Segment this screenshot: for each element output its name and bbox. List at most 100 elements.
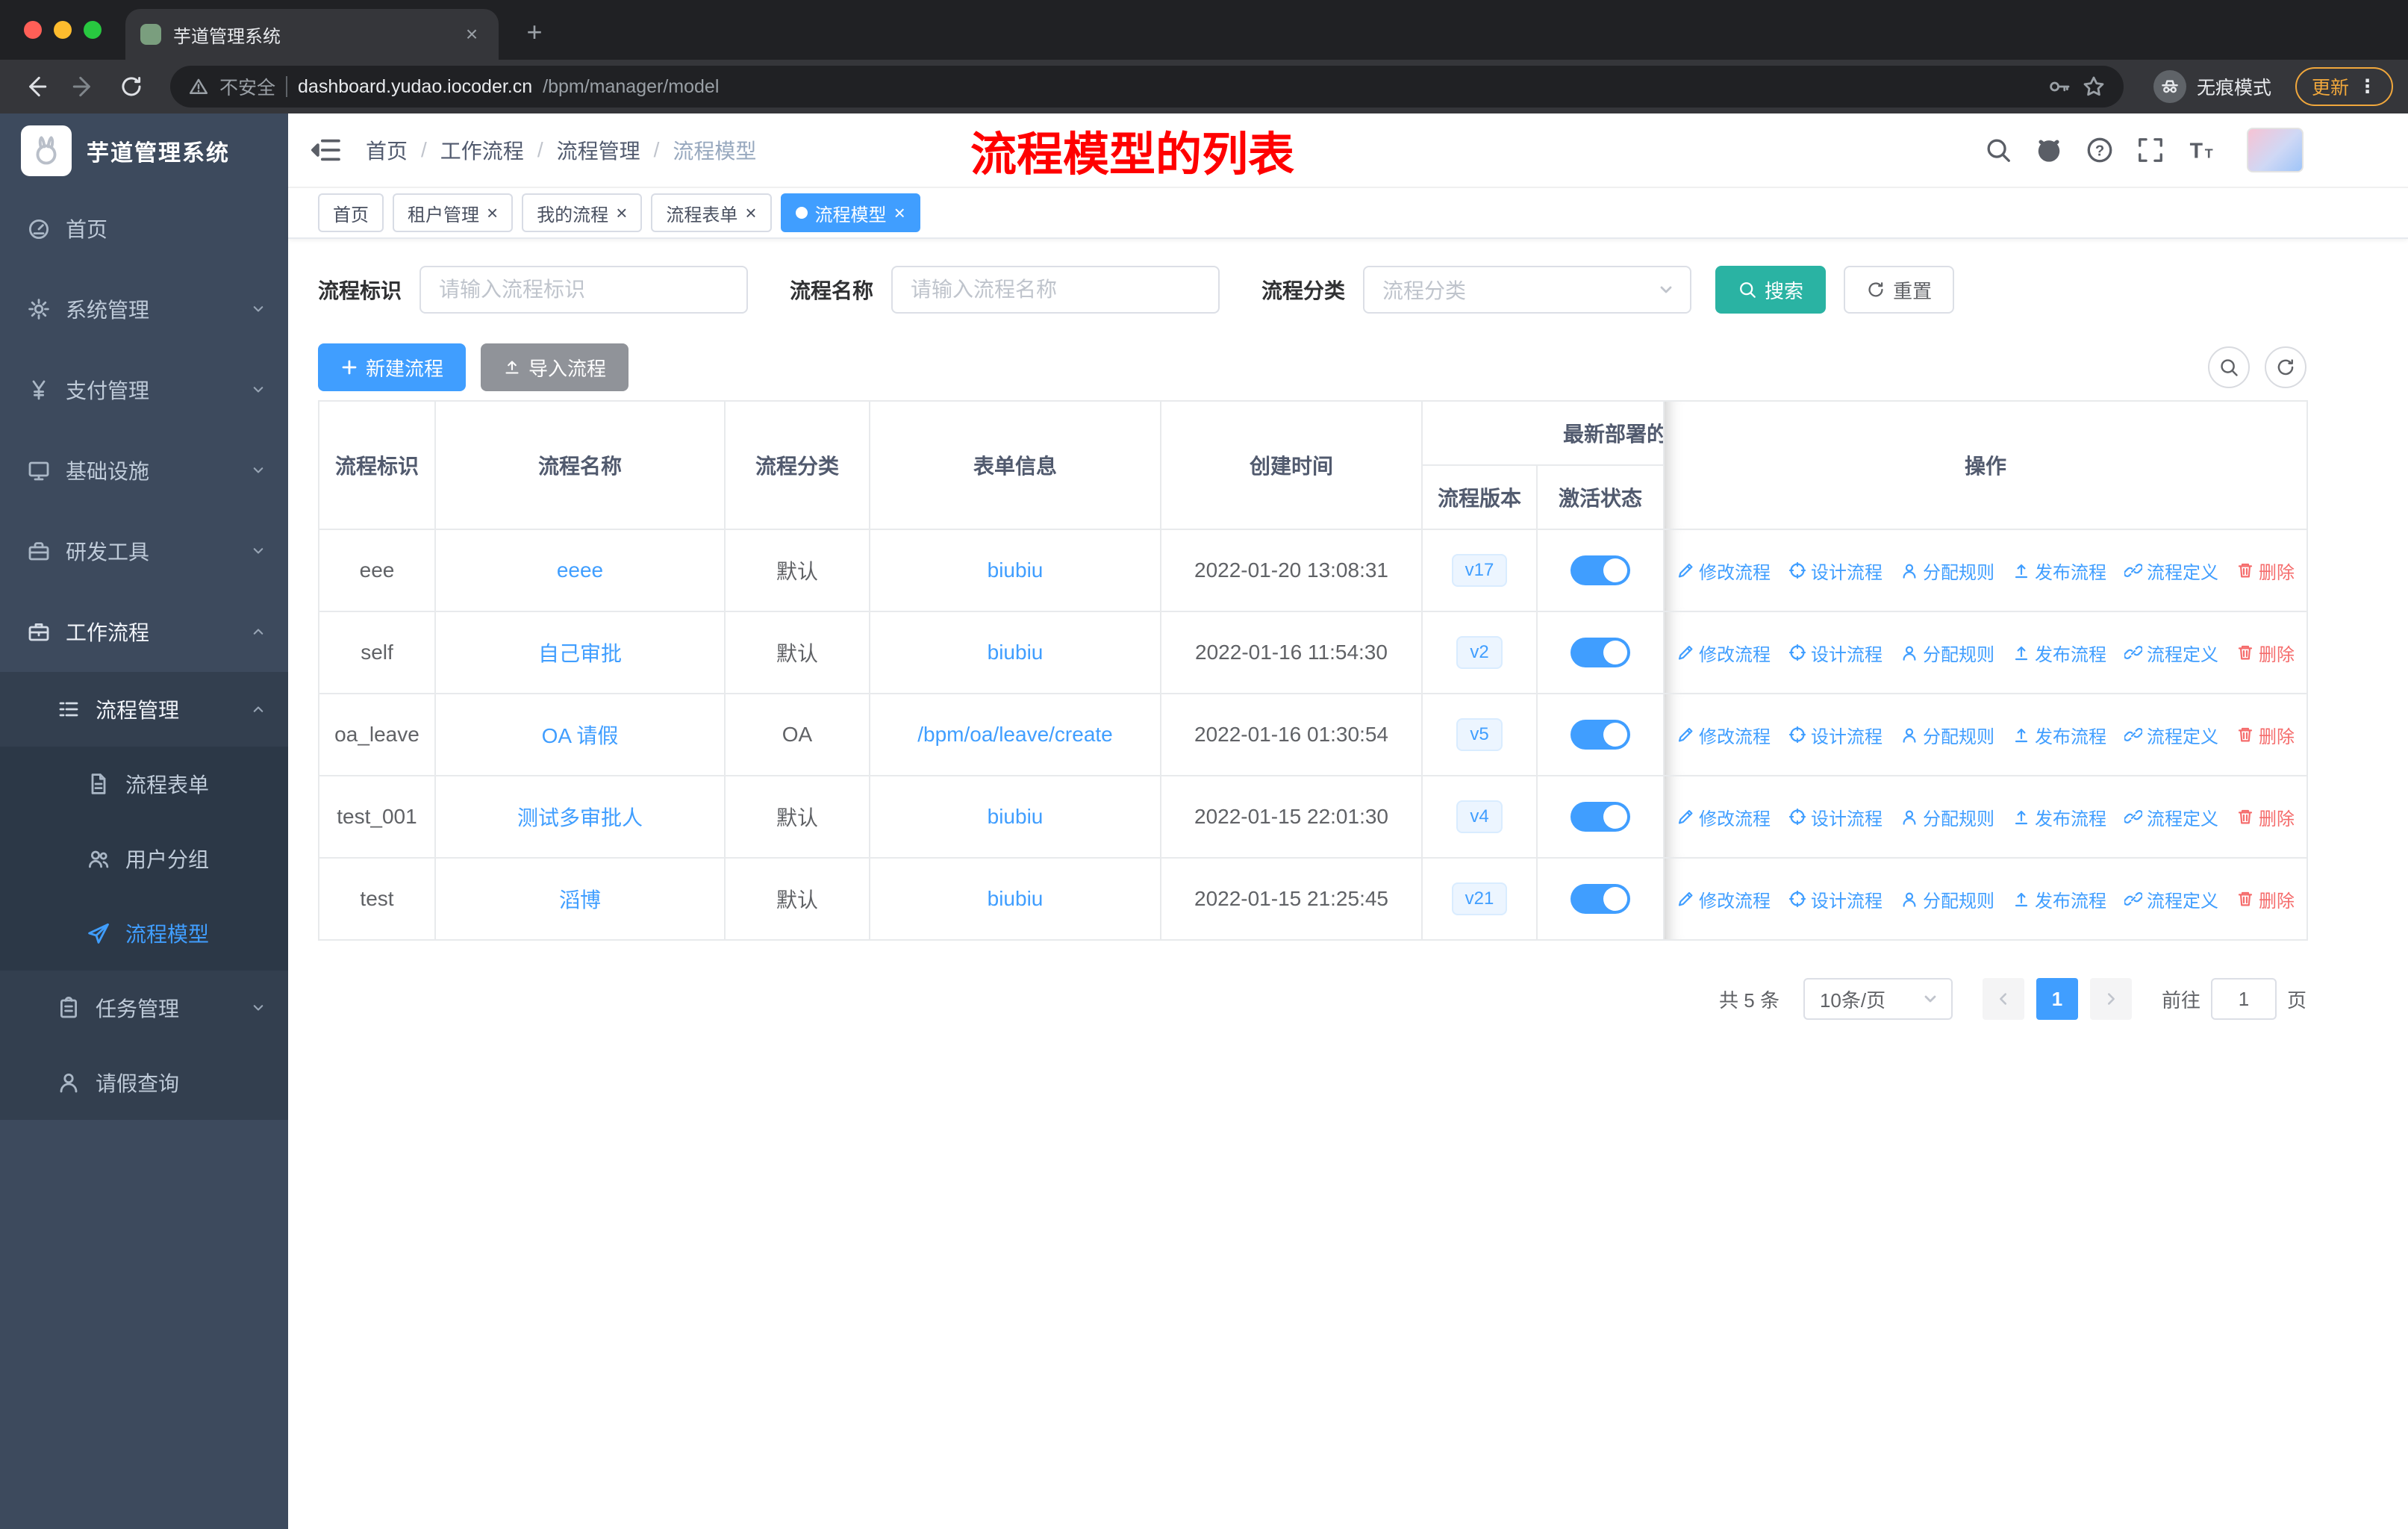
close-icon[interactable] [894, 202, 905, 225]
sidebar-item-process-management[interactable]: 流程管理 [0, 672, 288, 747]
page-number-button[interactable]: 1 [2036, 978, 2078, 1020]
action-definition-link[interactable]: 流程定义 [2124, 722, 2218, 748]
create-process-button[interactable]: 新建流程 [318, 343, 467, 391]
action-delete-link[interactable]: 删除 [2236, 804, 2295, 830]
reset-button[interactable]: 重置 [1844, 266, 1955, 314]
action-publish-link[interactable]: 发布流程 [2012, 804, 2106, 830]
action-delete-link[interactable]: 删除 [2236, 640, 2295, 666]
minimize-window-button[interactable] [54, 21, 72, 39]
action-design-link[interactable]: 设计流程 [1788, 722, 1883, 748]
form-info-link[interactable]: biubiu [988, 805, 1044, 828]
breadcrumb-home[interactable]: 首页 [366, 135, 408, 165]
menu-dots-icon[interactable] [2358, 75, 2377, 98]
form-info-link[interactable]: /bpm/oa/leave/create [917, 723, 1113, 746]
search-button[interactable]: 搜索 [1715, 266, 1827, 314]
omnibox[interactable]: 不安全 dashboard.yudao.iocoder.cn /bpm/mana… [170, 66, 2124, 108]
action-edit-link[interactable]: 修改流程 [1676, 886, 1771, 912]
bookmark-star-icon[interactable] [2082, 75, 2106, 99]
zoom-window-button[interactable] [84, 21, 102, 39]
sidebar-item-system[interactable]: 系统管理 [0, 269, 288, 349]
form-info-link[interactable]: biubiu [988, 558, 1044, 582]
action-publish-link[interactable]: 发布流程 [2012, 558, 2106, 584]
tag-home[interactable]: 首页 [318, 193, 384, 232]
action-publish-link[interactable]: 发布流程 [2012, 886, 2106, 912]
sidebar-item-home[interactable]: 首页 [0, 188, 288, 269]
breadcrumb-workflow[interactable]: 工作流程 [440, 135, 524, 165]
goto-page-input[interactable] [2210, 978, 2277, 1020]
action-definition-link[interactable]: 流程定义 [2124, 558, 2218, 584]
sidebar-item-leave-query[interactable]: 请假查询 [0, 1045, 288, 1120]
user-avatar[interactable] [2247, 128, 2303, 172]
action-assign-link[interactable]: 分配规则 [1900, 640, 1994, 666]
process-name-link[interactable]: OA 请假 [542, 724, 619, 747]
process-category-select[interactable]: 流程分类 [1363, 266, 1692, 314]
process-name-link[interactable]: 测试多审批人 [517, 806, 643, 829]
action-edit-link[interactable]: 修改流程 [1676, 558, 1771, 584]
action-design-link[interactable]: 设计流程 [1788, 640, 1883, 666]
forward-icon[interactable] [63, 66, 105, 108]
reload-icon[interactable] [110, 66, 152, 108]
active-toggle[interactable] [1570, 638, 1630, 667]
action-assign-link[interactable]: 分配规则 [1900, 722, 1994, 748]
action-design-link[interactable]: 设计流程 [1788, 558, 1883, 584]
browser-update-button[interactable]: 更新 [2295, 67, 2393, 106]
prev-page-button[interactable] [1982, 978, 2024, 1020]
import-process-button[interactable]: 导入流程 [481, 343, 629, 391]
process-name-input[interactable] [891, 266, 1220, 314]
active-toggle[interactable] [1570, 802, 1630, 832]
action-assign-link[interactable]: 分配规则 [1900, 804, 1994, 830]
sidebar-item-process-form[interactable]: 流程表单 [0, 747, 288, 821]
close-icon[interactable] [487, 202, 498, 225]
process-name-link[interactable]: 滔博 [559, 888, 601, 912]
form-info-link[interactable]: biubiu [988, 887, 1044, 910]
action-delete-link[interactable]: 删除 [2236, 558, 2295, 584]
action-publish-link[interactable]: 发布流程 [2012, 640, 2106, 666]
sidebar-item-workflow[interactable]: 工作流程 [0, 591, 288, 672]
active-toggle[interactable] [1570, 884, 1630, 914]
sidebar-item-devtools[interactable]: 研发工具 [0, 511, 288, 591]
action-definition-link[interactable]: 流程定义 [2124, 886, 2218, 912]
tag-process-form[interactable]: 流程表单 [651, 193, 772, 232]
process-key-input[interactable] [419, 266, 749, 314]
tag-process-model[interactable]: 流程模型 [780, 193, 920, 232]
action-publish-link[interactable]: 发布流程 [2012, 722, 2106, 748]
back-icon[interactable] [15, 66, 57, 108]
browser-tab[interactable]: 芋道管理系统 [125, 9, 499, 60]
action-edit-link[interactable]: 修改流程 [1676, 804, 1771, 830]
sidebar-item-payment[interactable]: 支付管理 [0, 349, 288, 430]
sidebar-item-infrastructure[interactable]: 基础设施 [0, 430, 288, 511]
action-edit-link[interactable]: 修改流程 [1676, 722, 1771, 748]
sidebar-item-process-model[interactable]: 流程模型 [0, 896, 288, 971]
breadcrumb-process-management[interactable]: 流程管理 [557, 135, 640, 165]
action-assign-link[interactable]: 分配规则 [1900, 558, 1994, 584]
active-toggle[interactable] [1570, 555, 1630, 585]
action-design-link[interactable]: 设计流程 [1788, 886, 1883, 912]
show-search-circle-button[interactable] [2208, 346, 2250, 388]
tab-close-icon[interactable] [460, 22, 484, 46]
password-key-icon[interactable] [2047, 75, 2071, 99]
action-assign-link[interactable]: 分配规则 [1900, 886, 1994, 912]
tag-tenant-management[interactable]: 租户管理 [393, 193, 514, 232]
github-icon[interactable] [2035, 136, 2063, 164]
close-icon[interactable] [616, 202, 627, 225]
action-edit-link[interactable]: 修改流程 [1676, 640, 1771, 666]
new-tab-button[interactable] [517, 16, 552, 48]
fullscreen-icon[interactable] [2136, 136, 2165, 164]
active-toggle[interactable] [1570, 720, 1630, 750]
action-design-link[interactable]: 设计流程 [1788, 804, 1883, 830]
tag-my-process[interactable]: 我的流程 [522, 193, 643, 232]
close-icon[interactable] [745, 202, 756, 225]
help-icon[interactable]: ? [2086, 136, 2114, 164]
action-delete-link[interactable]: 删除 [2236, 886, 2295, 912]
process-name-link[interactable]: 自己审批 [538, 642, 622, 665]
font-size-icon[interactable]: TT [2187, 136, 2215, 164]
sidebar-fold-icon[interactable] [309, 134, 342, 166]
action-definition-link[interactable]: 流程定义 [2124, 640, 2218, 666]
refresh-circle-button[interactable] [2265, 346, 2306, 388]
page-size-select[interactable]: 10条/页 [1803, 978, 1953, 1020]
action-delete-link[interactable]: 删除 [2236, 722, 2295, 748]
next-page-button[interactable] [2089, 978, 2132, 1020]
close-window-button[interactable] [24, 21, 42, 39]
sidebar-item-user-group[interactable]: 用户分组 [0, 821, 288, 896]
search-icon[interactable] [1984, 136, 2012, 164]
